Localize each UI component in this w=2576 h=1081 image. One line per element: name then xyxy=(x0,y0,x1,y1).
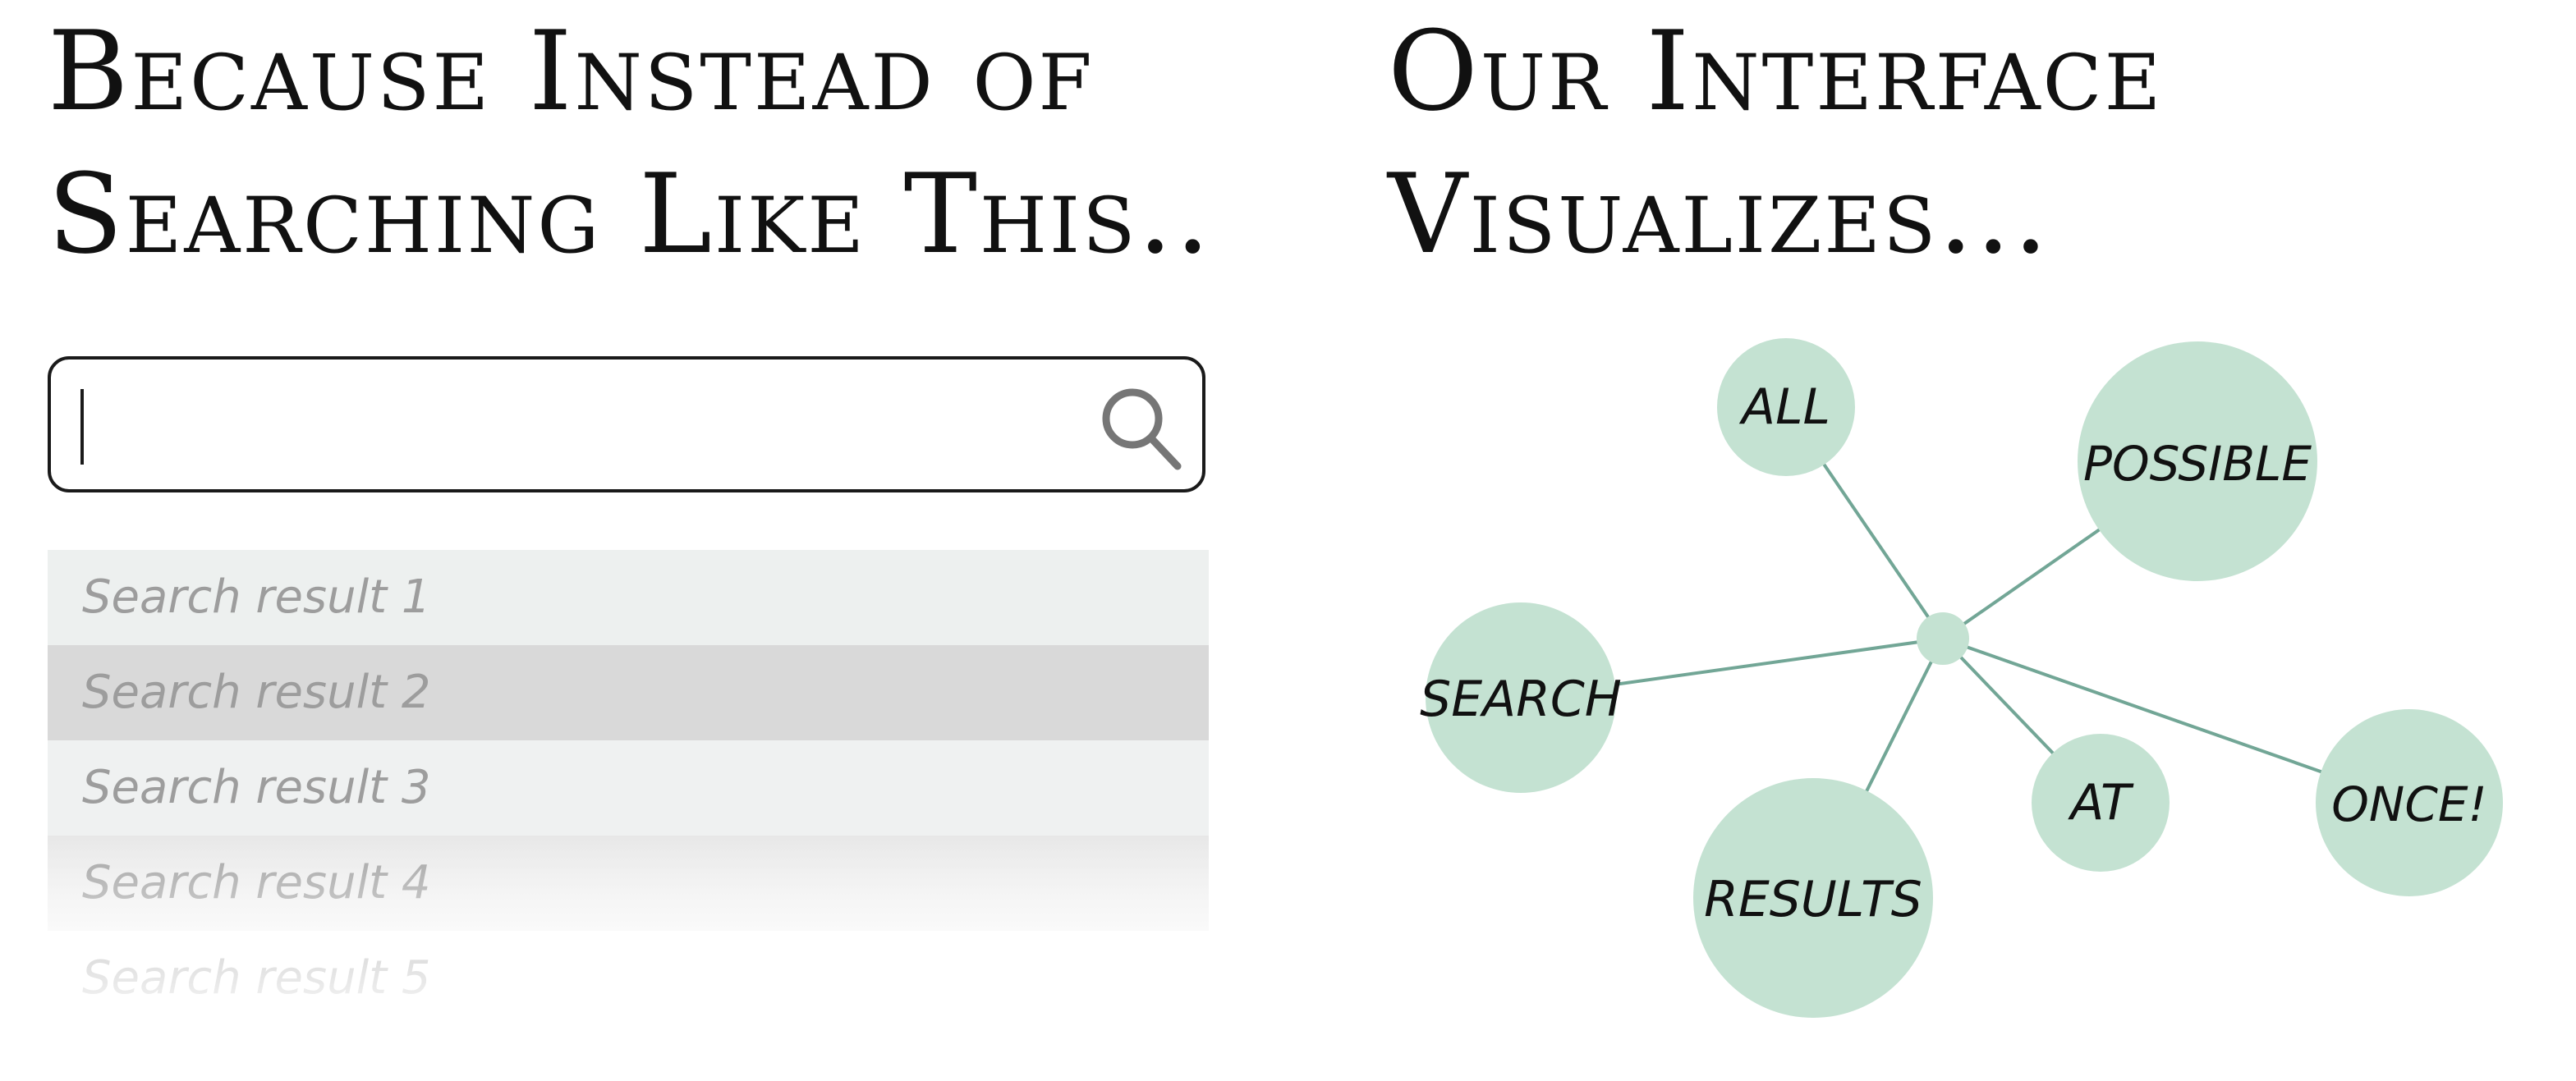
node-label-results: RESULTS xyxy=(1704,871,1922,928)
nodes: ALL POSSIBLE SEARCH AT ONCE! RESULTS xyxy=(1420,338,2503,1018)
node-label-possible: POSSIBLE xyxy=(2083,436,2312,492)
node-once[interactable]: ONCE! xyxy=(2316,709,2503,896)
node-label-at: AT xyxy=(2067,774,2134,831)
node-results[interactable]: RESULTS xyxy=(1693,778,1933,1018)
node-label-search: SEARCH xyxy=(1420,671,1622,728)
network-diagram: ALL POSSIBLE SEARCH AT ONCE! RESULTS xyxy=(1420,338,2503,1018)
node-at[interactable]: AT xyxy=(2032,734,2170,872)
node-label-all: ALL xyxy=(1738,378,1830,436)
node-label-once: ONCE! xyxy=(2331,776,2486,832)
hub-node xyxy=(1917,612,1969,665)
node-search[interactable]: SEARCH xyxy=(1420,602,1622,793)
node-possible[interactable]: POSSIBLE xyxy=(2078,341,2317,581)
node-all[interactable]: ALL xyxy=(1717,338,1855,476)
